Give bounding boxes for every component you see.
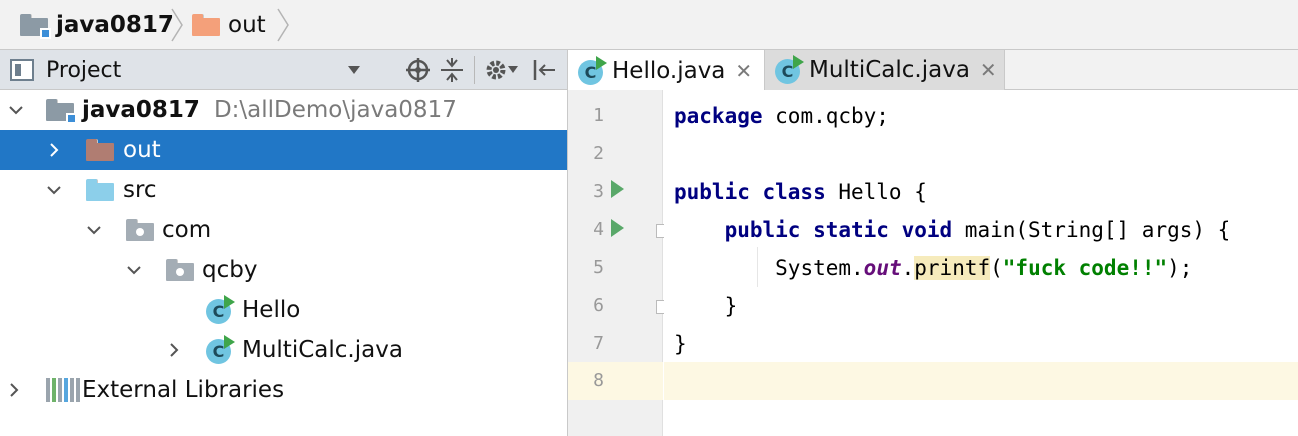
line-number: 3 bbox=[593, 181, 604, 202]
tree-item-project-root[interactable]: java0817 D:\allDemo\java0817 bbox=[0, 90, 567, 130]
editor-tab-bar: C Hello.java ✕ C MultiCalc.java ✕ bbox=[568, 50, 1298, 91]
java-class-icon: C bbox=[773, 55, 804, 85]
tree-item-label: out bbox=[123, 137, 161, 163]
project-folder-icon bbox=[20, 14, 51, 39]
project-view-selector[interactable]: Project bbox=[46, 50, 121, 90]
breadcrumb-out[interactable]: out bbox=[192, 0, 266, 50]
run-class-icon[interactable] bbox=[611, 180, 624, 198]
breadcrumb-project-label: java0817 bbox=[56, 12, 174, 38]
gear-dropdown-icon[interactable] bbox=[506, 56, 520, 84]
hide-panel-icon[interactable] bbox=[530, 56, 558, 84]
project-folder-icon bbox=[46, 99, 77, 124]
library-icon bbox=[46, 378, 80, 402]
java-class-icon: C bbox=[576, 55, 607, 86]
chevron-down-icon[interactable] bbox=[46, 182, 62, 198]
source-folder-icon bbox=[86, 179, 114, 201]
tree-item-label: java0817 bbox=[82, 97, 200, 123]
navigation-bar: java0817 out bbox=[0, 0, 1298, 50]
tree-item-label: Hello bbox=[242, 297, 301, 323]
project-window-icon bbox=[10, 59, 34, 81]
breadcrumb-project[interactable]: java0817 bbox=[20, 0, 174, 50]
toolbar-separator bbox=[474, 56, 475, 84]
tab-label: Hello.java bbox=[612, 57, 726, 84]
package-icon bbox=[126, 219, 154, 241]
tree-item-com[interactable]: com bbox=[0, 210, 567, 250]
tree-item-qcby[interactable]: qcby bbox=[0, 250, 567, 290]
package-icon bbox=[166, 259, 194, 281]
project-tree: java0817 D:\allDemo\java0817 out src com … bbox=[0, 90, 567, 436]
tree-item-label: src bbox=[123, 177, 157, 203]
collapse-all-icon[interactable] bbox=[438, 56, 466, 84]
line-number: 5 bbox=[593, 257, 604, 278]
chevron-down-icon[interactable] bbox=[8, 102, 24, 118]
editor-gutter: 1 2 3 4 5 6 7 8 bbox=[568, 90, 668, 436]
chevron-down-icon[interactable] bbox=[126, 262, 142, 278]
line-number: 4 bbox=[593, 219, 604, 240]
breadcrumb-out-label: out bbox=[228, 12, 266, 38]
chevron-right-icon[interactable] bbox=[46, 142, 62, 158]
tree-item-label: com bbox=[162, 217, 212, 243]
code-line: package com.qcby; bbox=[674, 104, 889, 128]
line-number: 8 bbox=[593, 370, 604, 391]
code-line: } bbox=[674, 332, 687, 356]
java-class-icon: C bbox=[204, 335, 235, 365]
run-main-icon[interactable] bbox=[611, 219, 624, 237]
breadcrumb-separator-icon bbox=[170, 8, 184, 42]
out-folder-icon bbox=[192, 14, 220, 36]
line-number: 2 bbox=[593, 143, 604, 164]
highlighted-method: printf bbox=[914, 256, 991, 280]
code-line: System.out.printf("fuck code!!"); bbox=[775, 256, 1193, 280]
current-line-highlight bbox=[664, 362, 1298, 400]
tree-item-multicalc[interactable]: C MultiCalc.java bbox=[0, 330, 567, 370]
project-view-title: Project bbox=[46, 57, 122, 83]
code-line: public class Hello { bbox=[674, 180, 927, 204]
java-class-icon: C bbox=[204, 295, 235, 325]
tree-item-external-libraries[interactable]: External Libraries bbox=[0, 370, 567, 410]
locate-file-icon[interactable] bbox=[404, 56, 432, 84]
line-number: 6 bbox=[593, 295, 604, 316]
tree-item-label: External Libraries bbox=[82, 377, 285, 403]
code-line: } bbox=[674, 294, 738, 318]
project-tool-window-header: Project bbox=[0, 50, 567, 90]
code-editor[interactable]: package com.qcby; public class Hello { p… bbox=[664, 90, 1298, 436]
close-icon[interactable]: ✕ bbox=[735, 59, 752, 83]
tree-item-hello[interactable]: C Hello bbox=[0, 290, 567, 330]
tree-item-label: qcby bbox=[202, 257, 258, 283]
tree-item-out[interactable]: out bbox=[0, 130, 567, 170]
line-number: 7 bbox=[593, 333, 604, 354]
project-path-label: D:\allDemo\java0817 bbox=[213, 97, 457, 123]
close-icon[interactable]: ✕ bbox=[980, 58, 997, 82]
tab-hello-java[interactable]: C Hello.java ✕ bbox=[568, 50, 765, 91]
tree-item-src[interactable]: src bbox=[0, 170, 567, 210]
view-dropdown-icon[interactable] bbox=[340, 56, 368, 84]
breadcrumb-separator-icon bbox=[276, 8, 290, 42]
tab-multicalc-java[interactable]: C MultiCalc.java ✕ bbox=[765, 50, 1005, 90]
code-line: public static void main(String[] args) { bbox=[724, 218, 1231, 242]
line-number: 1 bbox=[593, 105, 604, 126]
chevron-down-icon[interactable] bbox=[86, 222, 102, 238]
chevron-right-icon[interactable] bbox=[6, 382, 22, 398]
tree-item-label: MultiCalc.java bbox=[242, 337, 403, 363]
tab-label: MultiCalc.java bbox=[809, 57, 970, 83]
chevron-right-icon[interactable] bbox=[166, 342, 182, 358]
out-folder-icon bbox=[86, 139, 114, 161]
